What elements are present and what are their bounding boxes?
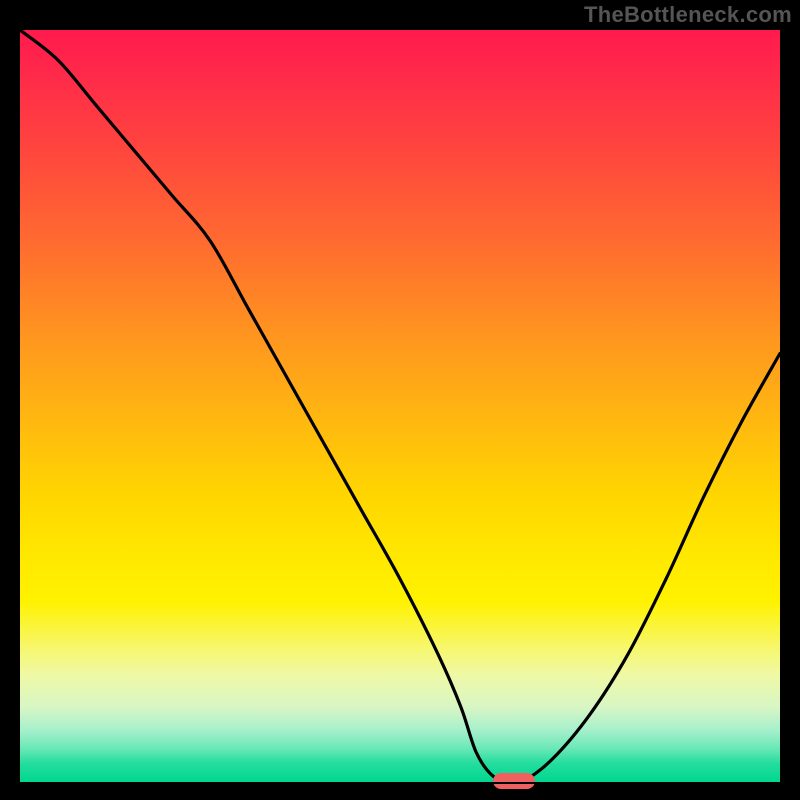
curve-path (20, 30, 780, 784)
watermark-text: TheBottleneck.com (584, 2, 792, 28)
chart-frame: TheBottleneck.com (0, 0, 800, 800)
bottleneck-curve (20, 30, 780, 782)
x-axis-baseline (20, 782, 780, 784)
optimum-marker (493, 773, 535, 789)
plot-area (20, 30, 780, 782)
